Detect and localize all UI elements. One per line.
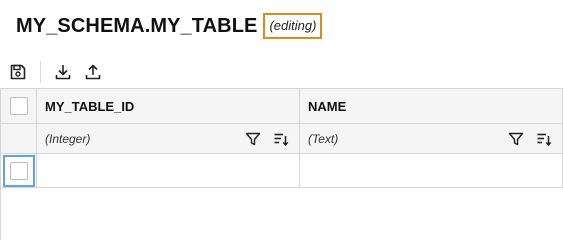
- type-row-spacer: [1, 124, 37, 153]
- upload-icon: [85, 64, 101, 80]
- table-row: [1, 154, 563, 188]
- download-icon: [55, 65, 71, 80]
- filter-icon[interactable]: [245, 131, 261, 147]
- column-header-name[interactable]: NAME: [300, 89, 563, 123]
- row-checkbox[interactable]: [9, 161, 28, 180]
- column-header-my-table-id[interactable]: MY_TABLE_ID: [37, 89, 300, 123]
- column-name: MY_TABLE_ID: [45, 98, 135, 114]
- grid-type-row: (Integer) (Text): [1, 124, 563, 154]
- column-type-label: (Integer): [45, 131, 91, 146]
- select-all-cell: [1, 89, 37, 123]
- download-button[interactable]: [53, 62, 73, 82]
- data-grid: MY_TABLE_ID NAME (Integer) (Text): [0, 88, 563, 240]
- filter-icon[interactable]: [508, 131, 524, 147]
- cell-name[interactable]: [300, 154, 563, 187]
- save-button[interactable]: [8, 62, 28, 82]
- toolbar: [8, 60, 103, 84]
- select-all-checkbox[interactable]: [9, 97, 28, 115]
- row-select-cell: [1, 154, 37, 187]
- grid-header-row: MY_TABLE_ID NAME: [1, 88, 563, 124]
- column-type-name: (Text): [300, 124, 563, 153]
- column-type-label: (Text): [308, 131, 339, 146]
- title-row: MY_SCHEMA.MY_TABLE (editing): [16, 12, 323, 40]
- column-type-my-table-id: (Integer): [37, 124, 300, 153]
- status-badge: (editing): [263, 13, 323, 39]
- cell-my-table-id[interactable]: [37, 154, 300, 187]
- sort-icon[interactable]: [536, 131, 552, 147]
- upload-button[interactable]: [83, 62, 103, 82]
- column-name: NAME: [308, 98, 347, 114]
- sort-icon[interactable]: [273, 131, 289, 147]
- toolbar-separator: [40, 61, 41, 83]
- save-icon: [10, 64, 26, 80]
- row-checkbox-focus[interactable]: [2, 154, 35, 187]
- page-title: MY_SCHEMA.MY_TABLE: [16, 14, 258, 37]
